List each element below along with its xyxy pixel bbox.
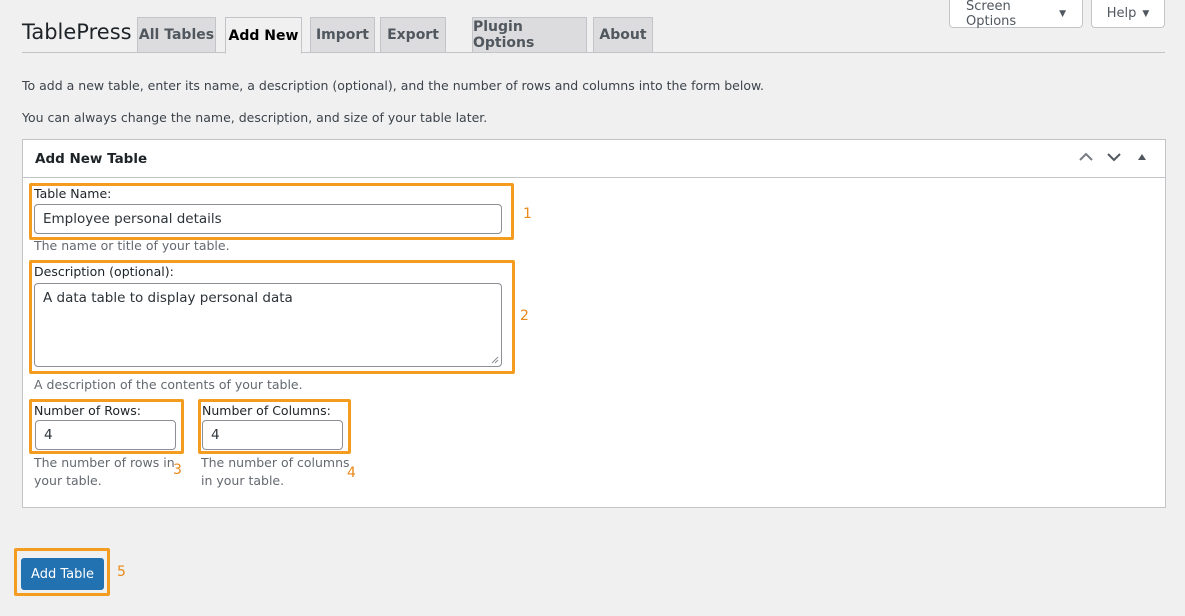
- nav-tab-wrapper: TablePress All Tables Add New Import Exp…: [22, 16, 1165, 54]
- description-textarea[interactable]: A data table to display personal data: [34, 283, 502, 367]
- description-value: A data table to display personal data: [43, 290, 293, 306]
- rows-input[interactable]: 4: [35, 420, 176, 450]
- intro-text: To add a new table, enter its name, a de…: [22, 78, 765, 93]
- tab-about[interactable]: About: [593, 17, 653, 53]
- table-name-hint: The name or title of your table.: [34, 238, 230, 253]
- tab-plugin-options[interactable]: Plugin Options: [472, 17, 587, 53]
- chevron-down-icon[interactable]: [1105, 148, 1123, 166]
- tab-import[interactable]: Import: [310, 17, 375, 53]
- tab-all-tables[interactable]: All Tables: [137, 17, 216, 53]
- postbox-controls: [1077, 148, 1151, 166]
- columns-label: Number of Columns:: [202, 403, 331, 418]
- resize-handle-icon[interactable]: [491, 356, 499, 364]
- chevron-up-icon[interactable]: [1077, 148, 1095, 166]
- table-name-label: Table Name:: [34, 186, 112, 201]
- columns-hint-line1: The number of columns: [201, 455, 350, 470]
- description-hint: A description of the contents of your ta…: [34, 377, 303, 392]
- postbox-title: Add New Table: [35, 151, 148, 167]
- callout-number-2: 2: [520, 308, 529, 324]
- triangle-up-icon[interactable]: [1133, 148, 1151, 166]
- callout-number-4: 4: [347, 465, 356, 481]
- page-title: TablePress: [22, 20, 132, 44]
- postbox-header: Add New Table: [23, 140, 1165, 178]
- intro-text-secondary: You can always change the name, descript…: [22, 110, 488, 125]
- description-label: Description (optional):: [34, 264, 174, 279]
- add-table-button[interactable]: Add Table: [21, 558, 104, 590]
- rows-hint-line2: your table.: [34, 473, 102, 488]
- tab-export[interactable]: Export: [380, 17, 446, 53]
- table-name-input[interactable]: Employee personal details: [34, 204, 502, 234]
- rows-hint-line1: The number of rows in: [34, 455, 175, 470]
- columns-hint-line2: in your table.: [201, 473, 285, 488]
- callout-number-3: 3: [173, 462, 182, 478]
- rows-label: Number of Rows:: [34, 403, 141, 418]
- callout-number-1: 1: [523, 206, 532, 222]
- tab-add-new[interactable]: Add New: [225, 17, 302, 54]
- columns-input[interactable]: 4: [202, 420, 343, 450]
- callout-number-5: 5: [117, 564, 126, 580]
